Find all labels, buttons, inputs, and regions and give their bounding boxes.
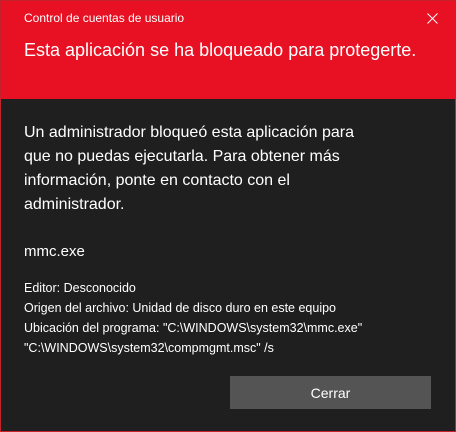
dialog-header: Control de cuentas de usuario Esta aplic… [1,1,455,99]
uac-dialog: Control de cuentas de usuario Esta aplic… [0,0,456,432]
close-icon [426,12,438,24]
program-details: Editor: Desconocido Origen del archivo: … [24,278,432,358]
dialog-content: Un administrador bloqueó esta aplicación… [1,121,455,358]
close-button[interactable]: Cerrar [230,376,431,409]
dialog-headline: Esta aplicación se ha bloqueado para pro… [24,40,417,60]
program-location-line: Ubicación del programa: "C:\WINDOWS\syst… [24,321,363,355]
program-name: mmc.exe [24,243,85,260]
title-bar: Control de cuentas de usuario [1,1,455,35]
window-close-button[interactable] [409,1,455,35]
blocked-message: Un administrador bloqueó esta aplicación… [24,124,354,213]
file-origin-line: Origen del archivo: Unidad de disco duro… [24,301,337,315]
publisher-line: Editor: Desconocido [24,281,136,295]
window-title: Control de cuentas de usuario [24,11,185,25]
